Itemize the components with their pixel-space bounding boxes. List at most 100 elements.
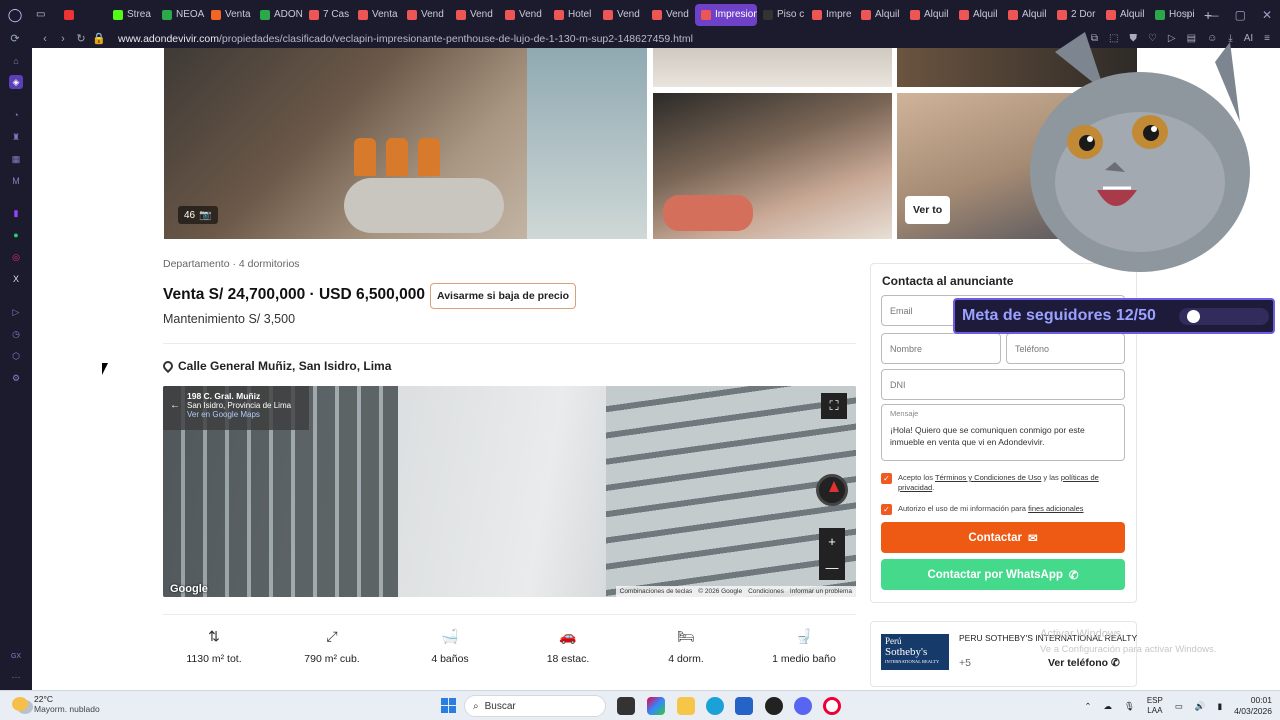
windows-start-icon[interactable] <box>441 698 456 713</box>
browser-tab[interactable]: Strea <box>107 4 156 26</box>
terms-checkbox[interactable]: ✓ <box>881 473 892 484</box>
discord-icon[interactable] <box>794 697 812 715</box>
opera-icon[interactable] <box>823 697 841 715</box>
display-icon[interactable]: ▭ <box>1175 701 1183 712</box>
gaming-icon[interactable]: ◈ <box>9 75 23 89</box>
browser-tab[interactable]: Venta <box>352 4 401 26</box>
whatsapp-button[interactable]: Contactar por WhatsApp ✆ <box>881 559 1125 590</box>
app-icon[interactable] <box>765 697 783 715</box>
settings-icon[interactable]: ⚙ <box>9 371 23 385</box>
gallery-thumb[interactable] <box>653 93 892 239</box>
back-icon[interactable]: ‹ <box>36 33 54 45</box>
language-indicator[interactable]: ESP LAA <box>1147 696 1163 716</box>
zoom-in-button[interactable]: + <box>819 528 845 554</box>
browser-tab[interactable]: Alquil <box>953 4 1002 26</box>
browser-tab[interactable]: Vend <box>597 4 646 26</box>
back-arrow-icon[interactable]: ← <box>170 400 180 411</box>
browser-tab[interactable]: Vend <box>450 4 499 26</box>
history-icon[interactable]: ◷ <box>9 327 23 341</box>
browser-tab[interactable] <box>58 4 107 26</box>
terms-link[interactable]: Términos y Condiciones de Uso <box>935 473 1041 482</box>
gx-icon[interactable]: GX <box>9 649 23 663</box>
sidebar-app-icon[interactable]: ◔ <box>9 108 23 122</box>
sidebar-app-icon[interactable]: ▦ <box>9 152 23 166</box>
sidebar-app-icon[interactable]: ♜ <box>9 130 23 144</box>
browser-tab[interactable]: Hotel <box>548 4 597 26</box>
x-icon[interactable]: X <box>9 272 23 286</box>
minimize-icon[interactable]: — <box>1207 8 1219 22</box>
tab-workspaces[interactable]: ▭ <box>30 4 58 26</box>
whatsapp-icon[interactable]: ● <box>9 228 23 242</box>
browser-tab[interactable]: Alquil <box>904 4 953 26</box>
tab-active[interactable]: Impresiona <box>695 3 757 26</box>
mic-icon[interactable]: 🎙 <box>1124 701 1135 712</box>
chevron-up-icon[interactable]: ⌃ <box>1084 701 1091 712</box>
browser-tab[interactable]: Vend <box>646 4 695 26</box>
tab-label: Venta <box>225 9 251 20</box>
fullscreen-icon[interactable]: ⛶ <box>821 393 847 419</box>
maximize-icon[interactable]: ▢ <box>1235 8 1246 22</box>
dni-field[interactable]: DNI <box>881 369 1125 400</box>
sidebar-app-icon[interactable]: M <box>9 174 23 188</box>
reload-sidebar-icon[interactable]: ⟳ <box>6 32 24 45</box>
browser-tab[interactable]: Vend <box>401 4 450 26</box>
tab-label: NEOA <box>176 9 205 20</box>
show-phone-button[interactable]: Ver teléfono ✆ <box>1048 657 1120 669</box>
map-footer-link[interactable]: Combinaciones de teclas <box>620 588 693 595</box>
browser-tab[interactable]: Venta <box>205 4 254 26</box>
street-view-map[interactable]: ← 198 C. Gral. Muñiz San Isidro, Provinc… <box>163 386 856 597</box>
compass-icon[interactable] <box>816 474 848 506</box>
zoom-out-button[interactable]: — <box>819 554 845 580</box>
tab-label: Alquil <box>973 9 998 20</box>
url-field[interactable]: www.adondevivir.com/propiedades/clasific… <box>118 33 693 45</box>
browser-tab[interactable]: Piso c <box>757 4 806 26</box>
more-icon[interactable]: ··· <box>9 670 23 684</box>
tab-favicon-icon <box>763 9 773 20</box>
map-footer-link[interactable]: Informar un problema <box>790 588 852 595</box>
pin-icon[interactable]: ⬡ <box>9 349 23 363</box>
expand-icon: ⤢ <box>326 628 338 644</box>
instagram-icon[interactable]: ◎ <box>9 250 23 264</box>
menu-icon[interactable]: ≡ <box>1264 33 1270 44</box>
see-all-photos-button[interactable]: Ver to <box>905 196 951 224</box>
additional-purposes-link[interactable]: fines adicionales <box>1028 504 1083 513</box>
weather-widget[interactable]: 22°C Mayorm. nublado <box>12 694 100 714</box>
volume-icon[interactable]: 🔊 <box>1195 701 1206 712</box>
map-footer-link[interactable]: Condiciones <box>748 588 784 595</box>
auth-checkbox[interactable]: ✓ <box>881 504 892 515</box>
task-view-icon[interactable] <box>617 697 635 715</box>
file-explorer-icon[interactable] <box>677 697 695 715</box>
home-icon[interactable]: ⌂ <box>9 54 23 68</box>
search-tabs-icon[interactable]: ⌕ <box>1184 7 1191 22</box>
copilot-icon[interactable] <box>647 697 665 715</box>
player-icon[interactable]: ▷ <box>9 305 23 319</box>
contact-button[interactable]: Contactar ✉ <box>881 522 1125 553</box>
gallery-main-photo[interactable]: 46 📷 <box>164 48 647 239</box>
tab-favicon-icon <box>812 9 822 20</box>
browser-tab[interactable]: ADON <box>254 4 303 26</box>
reload-icon[interactable]: ↻ <box>72 32 90 45</box>
battery-icon[interactable]: ▮ <box>1217 701 1222 712</box>
forward-icon[interactable]: › <box>54 33 72 45</box>
tab-label: Impre <box>826 9 852 20</box>
close-icon[interactable]: ✕ <box>1262 8 1272 22</box>
twitch-icon[interactable]: ▮ <box>9 206 23 220</box>
taskbar-search[interactable]: ⌕ Buscar <box>464 695 606 717</box>
cloud-icon[interactable]: ☁ <box>1104 701 1113 712</box>
name-field[interactable]: Nombre <box>881 333 1001 364</box>
clock[interactable]: 00:01 4/03/2026 <box>1234 695 1272 717</box>
store-icon[interactable] <box>735 697 753 715</box>
price-alert-button[interactable]: Avisarme si baja de precio <box>430 283 577 309</box>
browser-tab[interactable]: NEOA <box>156 4 205 26</box>
browser-tab[interactable]: Impre <box>806 4 855 26</box>
tab-favicon-icon <box>1057 9 1067 20</box>
phone-field[interactable]: Teléfono <box>1006 333 1125 364</box>
gallery-thumb[interactable] <box>653 48 892 87</box>
browser-tab[interactable]: Vend <box>499 4 548 26</box>
opera-logo-icon[interactable]: ◯ <box>0 0 30 29</box>
google-maps-link[interactable]: Ver en Google Maps <box>187 410 303 419</box>
edge-icon[interactable] <box>706 697 724 715</box>
message-field[interactable]: Mensaje ¡Hola! Quiero que se comuniquen … <box>881 404 1125 461</box>
browser-tab[interactable]: Alquil <box>855 4 904 26</box>
browser-tab[interactable]: 7 Cas <box>303 4 352 26</box>
